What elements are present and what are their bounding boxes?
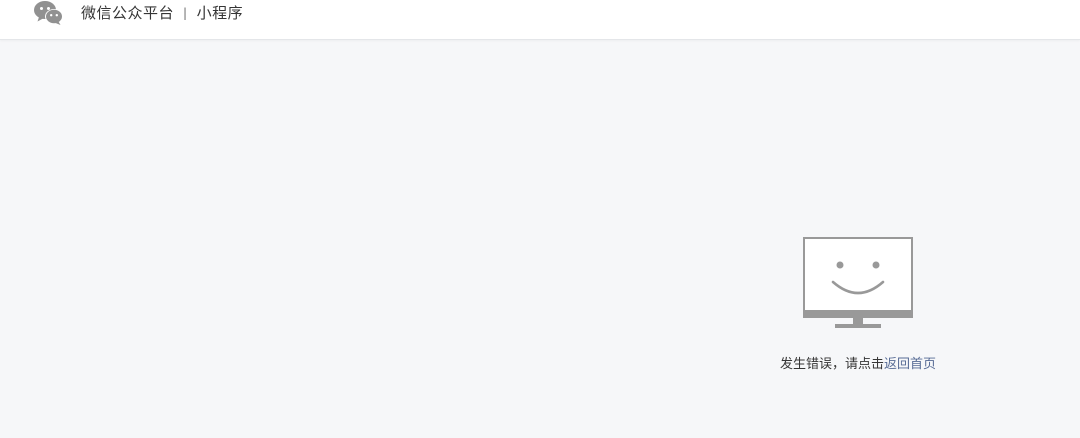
smiley-monitor-icon bbox=[803, 237, 913, 328]
wechat-logo-icon[interactable] bbox=[33, 0, 65, 26]
error-message: 发生错误，请点击返回首页 bbox=[760, 356, 956, 374]
brand-title[interactable]: 微信公众平台 | 小程序 bbox=[81, 2, 243, 24]
top-navbar: 微信公众平台 | 小程序 bbox=[0, 0, 1080, 40]
brand-separator: | bbox=[183, 6, 188, 20]
product-name: 小程序 bbox=[196, 4, 244, 22]
brand-name: 微信公众平台 bbox=[81, 4, 175, 22]
error-text: 发生错误，请点击 bbox=[779, 357, 884, 372]
error-panel: 发生错误，请点击返回首页 bbox=[760, 236, 956, 374]
return-home-link[interactable]: 返回首页 bbox=[884, 357, 936, 372]
